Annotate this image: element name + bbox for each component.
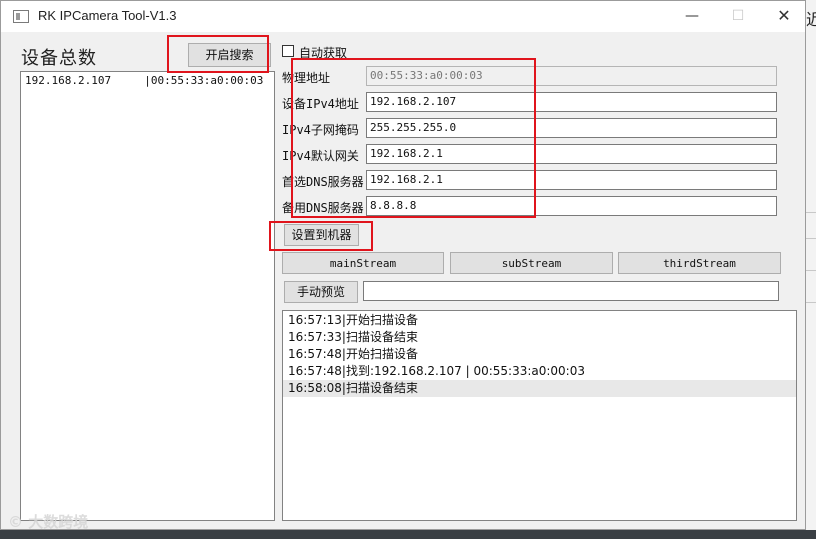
subnet-mask-field[interactable]: 255.255.255.0 (366, 118, 777, 138)
background-text: 近 (806, 10, 816, 29)
background-divider (806, 212, 816, 213)
log-entry[interactable]: 16:57:48|开始扫描设备 (283, 346, 796, 363)
sub-stream-button[interactable]: subStream (450, 252, 613, 274)
device-list[interactable]: 192.168.2.107 |00:55:33:a0:00:03 (20, 71, 275, 521)
log-entry[interactable]: 16:57:48|找到:192.168.2.107 | 00:55:33:a0:… (283, 363, 796, 380)
ipv4-address-label: 设备IPv4地址 (282, 97, 359, 111)
default-gateway-label: IPv4默认网关 (282, 149, 359, 163)
ipv4-address-field[interactable]: 192.168.2.107 (366, 92, 777, 112)
window-title: RK IPCamera Tool-V1.3 (38, 8, 177, 23)
background-divider (806, 270, 816, 271)
auto-fetch-label[interactable]: 自动获取 (299, 44, 347, 61)
primary-dns-field[interactable]: 192.168.2.1 (366, 170, 777, 190)
subnet-mask-label: IPv4子网掩码 (282, 123, 359, 137)
background-divider (806, 302, 816, 303)
log-list[interactable]: 16:57:13|开始扫描设备 16:57:33|扫描设备结束 16:57:48… (282, 310, 797, 521)
third-stream-button[interactable]: thirdStream (618, 252, 781, 274)
start-search-button[interactable]: 开启搜索 (188, 43, 271, 67)
watermark-logo: © 大数跨境 (8, 513, 89, 531)
preview-url-input[interactable] (363, 281, 779, 301)
auto-fetch-checkbox[interactable] (282, 45, 294, 57)
mac-address-label: 物理地址 (282, 71, 331, 85)
secondary-dns-label: 备用DNS服务器 (282, 201, 364, 215)
app-icon (13, 10, 29, 23)
close-button[interactable]: ✕ (761, 1, 807, 32)
log-entry-selected[interactable]: 16:58:08|扫描设备结束 (283, 380, 796, 397)
secondary-dns-field[interactable]: 8.8.8.8 (366, 196, 777, 216)
log-entry[interactable]: 16:57:33|扫描设备结束 (283, 329, 796, 346)
app-window: RK IPCamera Tool-V1.3 — ☐ ✕ 设备总数 开启搜索 19… (0, 0, 806, 530)
main-stream-button[interactable]: mainStream (282, 252, 444, 274)
default-gateway-field[interactable]: 192.168.2.1 (366, 144, 777, 164)
taskbar-strip (0, 530, 816, 539)
primary-dns-label: 首选DNS服务器 (282, 175, 364, 189)
log-entry[interactable]: 16:57:13|开始扫描设备 (283, 312, 796, 329)
device-count-label: 设备总数 (21, 48, 97, 69)
minimize-button[interactable]: — (669, 1, 715, 32)
title-bar[interactable]: RK IPCamera Tool-V1.3 — ☐ ✕ (1, 1, 805, 32)
device-list-item[interactable]: 192.168.2.107 |00:55:33:a0:00:03 (25, 74, 263, 87)
mac-address-field: 00:55:33:a0:00:03 (366, 66, 777, 86)
maximize-button[interactable]: ☐ (715, 1, 761, 32)
manual-preview-button[interactable]: 手动预览 (284, 281, 358, 303)
background-divider (806, 238, 816, 239)
set-to-device-button[interactable]: 设置到机器 (284, 224, 359, 246)
